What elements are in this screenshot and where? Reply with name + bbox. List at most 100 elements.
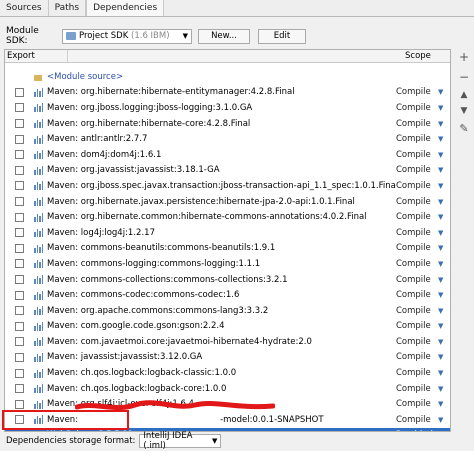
export-checkbox[interactable]: [15, 243, 24, 253]
chevron-down-icon[interactable]: ▼: [438, 260, 450, 268]
table-row[interactable]: Maven: log4j:log4j:1.2.17 Compile ▼: [5, 225, 450, 241]
export-checkbox[interactable]: [15, 197, 24, 207]
chevron-down-icon[interactable]: ▼: [438, 244, 450, 252]
chevron-down-icon[interactable]: ▼: [438, 431, 450, 432]
export-checkbox[interactable]: [15, 119, 24, 129]
chevron-down-icon[interactable]: ▼: [438, 151, 450, 159]
chevron-down-icon[interactable]: ▼: [438, 182, 450, 190]
chevron-down-icon[interactable]: ▼: [438, 400, 450, 408]
table-row[interactable]: Maven: org.hibernate.common:hibernate-co…: [5, 209, 450, 225]
scope-select[interactable]: Compile: [396, 384, 438, 394]
table-row[interactable]: Maven: ch.qos.logback:logback-core:1.0.0…: [5, 381, 450, 397]
scope-select[interactable]: Compile: [396, 197, 438, 207]
export-checkbox[interactable]: [15, 87, 24, 97]
chevron-down-icon[interactable]: ▼: [438, 166, 450, 174]
scope-select[interactable]: Compile: [396, 368, 438, 378]
chevron-down-icon[interactable]: ▼: [438, 276, 450, 284]
scope-select[interactable]: Compile: [396, 103, 438, 113]
scope-select[interactable]: Compile: [396, 212, 438, 222]
table-row[interactable]: Maven: commons-codec:commons-codec:1.6 Co…: [5, 287, 450, 303]
scope-column-header[interactable]: Scope: [401, 50, 450, 62]
export-checkbox[interactable]: [15, 368, 24, 378]
module-sdk-select[interactable]: Project SDK (1.6 IBM) ▼: [62, 28, 192, 44]
scope-select[interactable]: Provided: [396, 430, 438, 431]
export-checkbox[interactable]: [15, 290, 24, 300]
export-checkbox[interactable]: [15, 134, 24, 144]
module-source-row[interactable]: <Module source>: [5, 69, 450, 85]
plus-icon[interactable]: +: [459, 50, 469, 64]
storage-format-select[interactable]: IntelliJ IDEA (.iml) ▼: [139, 431, 222, 451]
scope-select[interactable]: Compile: [396, 415, 438, 425]
table-row[interactable]: Maven: org.apache.commons:commons-lang3:…: [5, 303, 450, 319]
table-row[interactable]: Maven: dom4j:dom4j:1.6.1 Compile ▼: [5, 147, 450, 163]
chevron-down-icon[interactable]: ▼: [438, 353, 450, 361]
export-checkbox[interactable]: [15, 259, 24, 269]
tab-paths[interactable]: Paths: [49, 0, 87, 16]
tab-dependencies[interactable]: Dependencies: [86, 0, 165, 16]
export-checkbox[interactable]: [15, 150, 24, 160]
chevron-down-icon[interactable]: ▼: [438, 120, 450, 128]
scope-select[interactable]: Compile: [396, 165, 438, 175]
table-row[interactable]: Maven: com.javaetmoi.core:javaetmoi-hibe…: [5, 334, 450, 350]
chevron-down-icon[interactable]: ▼: [438, 416, 450, 424]
scope-select[interactable]: Compile: [396, 228, 438, 238]
scope-select[interactable]: Compile: [396, 134, 438, 144]
export-checkbox[interactable]: [15, 306, 24, 316]
table-row[interactable]: Maven: org.javassist:javassist:3.18.1-GA…: [5, 163, 450, 179]
export-column-header[interactable]: Export: [5, 50, 68, 62]
table-row[interactable]: Maven: antlr:antlr:2.7.7 Compile ▼: [5, 131, 450, 147]
export-checkbox[interactable]: [15, 337, 24, 347]
table-row[interactable]: Maven: org.hibernate:hibernate-core:4.2.…: [5, 116, 450, 132]
chevron-down-icon[interactable]: ▼: [438, 369, 450, 377]
export-checkbox[interactable]: [15, 228, 24, 238]
scope-select[interactable]: Compile: [396, 87, 438, 97]
table-row[interactable]: Maven: commons-collections:commons-colle…: [5, 272, 450, 288]
export-checkbox[interactable]: [15, 321, 24, 331]
scope-select[interactable]: Compile: [396, 306, 438, 316]
chevron-down-icon[interactable]: ▼: [438, 338, 450, 346]
table-row[interactable]: Maven: commons-logging:commons-logging:1…: [5, 256, 450, 272]
chevron-down-icon[interactable]: ▼: [438, 291, 450, 299]
table-row[interactable]: Maven: org.jboss.logging:jboss-logging:3…: [5, 100, 450, 116]
move-up-icon[interactable]: ▲: [461, 90, 468, 100]
table-row[interactable]: Maven: org.jboss.spec.javax.transaction:…: [5, 178, 450, 194]
export-checkbox[interactable]: [15, 384, 24, 394]
scope-select[interactable]: Compile: [396, 352, 438, 362]
export-checkbox[interactable]: [15, 212, 24, 222]
chevron-down-icon[interactable]: ▼: [438, 307, 450, 315]
edit-sdk-button[interactable]: Edit: [258, 28, 306, 44]
table-row[interactable]: Maven: org.hibernate.javax.persistence:h…: [5, 194, 450, 210]
scope-select[interactable]: Compile: [396, 321, 438, 331]
tab-sources[interactable]: Sources: [0, 0, 49, 16]
chevron-down-icon[interactable]: ▼: [438, 229, 450, 237]
scope-select[interactable]: Compile: [396, 275, 438, 285]
export-checkbox[interactable]: [15, 352, 24, 362]
table-row[interactable]: Maven: com.google.code.gson:gson:2.2.4 Co…: [5, 319, 450, 335]
export-checkbox[interactable]: [15, 399, 24, 409]
new-sdk-button[interactable]: New...: [198, 28, 250, 44]
scope-select[interactable]: Compile: [396, 259, 438, 269]
table-row[interactable]: Maven: org.hibernate:hibernate-entityman…: [5, 85, 450, 101]
chevron-down-icon[interactable]: ▼: [438, 88, 450, 96]
scope-select[interactable]: Compile: [396, 290, 438, 300]
chevron-down-icon[interactable]: ▼: [438, 213, 450, 221]
chevron-down-icon[interactable]: ▼: [438, 104, 450, 112]
table-row[interactable]: Maven: javassist:javassist:3.12.0.GA Comp…: [5, 350, 450, 366]
chevron-down-icon[interactable]: ▼: [438, 385, 450, 393]
table-row[interactable]: Maven: commons-beanutils:commons-beanuti…: [5, 241, 450, 257]
chevron-down-icon[interactable]: ▼: [438, 322, 450, 330]
table-row[interactable]: Maven: ch.qos.logback:logback-classic:1.…: [5, 365, 450, 381]
chevron-down-icon[interactable]: ▼: [438, 135, 450, 143]
export-checkbox[interactable]: [15, 103, 24, 113]
move-down-icon[interactable]: ▼: [461, 106, 468, 116]
export-checkbox[interactable]: [15, 165, 24, 175]
export-checkbox[interactable]: [15, 275, 24, 285]
chevron-down-icon[interactable]: ▼: [438, 198, 450, 206]
scope-select[interactable]: Compile: [396, 150, 438, 160]
scope-select[interactable]: Compile: [396, 181, 438, 191]
scope-select[interactable]: Compile: [396, 399, 438, 409]
scope-select[interactable]: Compile: [396, 337, 438, 347]
scope-select[interactable]: Compile: [396, 243, 438, 253]
edit-icon[interactable]: ✎: [459, 122, 468, 135]
scope-select[interactable]: Compile: [396, 119, 438, 129]
